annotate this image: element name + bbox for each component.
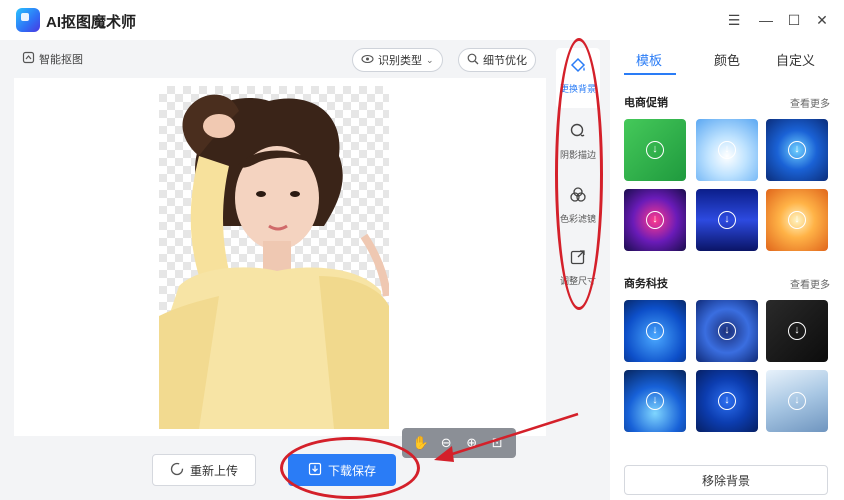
canvas-toolbar: 智能抠图 识别类型 ⌄ 细节优化: [14, 40, 546, 78]
close-icon[interactable]: ✕: [812, 10, 832, 30]
annotation-arrow: [434, 412, 579, 462]
template-thumb[interactable]: ↓: [624, 189, 686, 251]
app-logo: [16, 8, 40, 32]
title-bar: AI抠图魔术师 ☰ — ☐ ✕: [0, 0, 844, 40]
app-window: AI抠图魔术师 ☰ — ☐ ✕ 智能抠图 识别类型 ⌄ 细节优化 ✋ ⊖ ⊕ ⊡…: [0, 0, 844, 500]
chevron-down-icon: ⌄: [426, 54, 434, 65]
download-circle-icon: ↓: [718, 392, 736, 410]
maximize-icon[interactable]: ☐: [784, 10, 804, 30]
download-circle-icon: ↓: [788, 322, 806, 340]
template-thumb[interactable]: ↓: [624, 119, 686, 181]
tab-templates[interactable]: 模板: [636, 50, 662, 69]
template-thumb[interactable]: ↓: [624, 300, 686, 362]
app-title: AI抠图魔术师: [46, 14, 137, 31]
download-circle-icon: ↓: [646, 322, 664, 340]
template-thumb[interactable]: ↓: [624, 370, 686, 432]
template-thumb[interactable]: ↓: [766, 119, 828, 181]
reupload-button[interactable]: 重新上传: [152, 454, 256, 486]
reupload-label: 重新上传: [189, 463, 238, 478]
detect-type-dropdown[interactable]: 识别类型 ⌄: [352, 48, 443, 72]
download-circle-icon: ↓: [718, 141, 736, 159]
detect-type-label: 识别类型: [378, 55, 422, 67]
refine-label: 细节优化: [483, 55, 527, 67]
refresh-icon: [170, 462, 184, 479]
download-circle-icon: ↓: [788, 392, 806, 410]
annotation-ring-download: [280, 437, 420, 499]
tab-colors[interactable]: 颜色: [714, 50, 740, 69]
smart-cutout-label: 智能抠图: [39, 54, 83, 66]
download-circle-icon: ↓: [646, 392, 664, 410]
template-thumb[interactable]: ↓: [696, 370, 758, 432]
view-more-business-tech[interactable]: 查看更多: [790, 276, 830, 291]
home-icon: [22, 51, 35, 67]
remove-background-button[interactable]: 移除背景: [624, 465, 828, 495]
magnifier-icon: [467, 53, 479, 68]
refine-detail-button[interactable]: 细节优化: [458, 48, 536, 72]
eye-icon: [361, 54, 374, 67]
template-thumb[interactable]: ↓: [696, 119, 758, 181]
tab-underline: [624, 73, 676, 75]
download-circle-icon: ↓: [788, 211, 806, 229]
template-panel: 模板 颜色 自定义 电商促销 查看更多 ↓ ↓ ↓ ↓ ↓ ↓ 商务科技 查看更…: [610, 40, 844, 500]
download-circle-icon: ↓: [718, 322, 736, 340]
download-circle-icon: ↓: [718, 211, 736, 229]
section-title-ecommerce: 电商促销: [624, 97, 668, 109]
template-thumb[interactable]: ↓: [766, 189, 828, 251]
template-thumb[interactable]: ↓: [766, 370, 828, 432]
download-circle-icon: ↓: [788, 141, 806, 159]
template-thumb[interactable]: ↓: [696, 300, 758, 362]
hand-icon[interactable]: ✋: [412, 434, 430, 452]
template-thumb[interactable]: ↓: [766, 300, 828, 362]
minimize-icon[interactable]: —: [756, 10, 776, 30]
cutout-photo[interactable]: [159, 86, 389, 429]
tab-custom[interactable]: 自定义: [776, 50, 815, 69]
view-more-ecommerce[interactable]: 查看更多: [790, 95, 830, 110]
portrait-image: [159, 94, 389, 429]
annotation-ring-tools: [555, 38, 603, 310]
preview-area: ✋ ⊖ ⊕ ⊡: [14, 78, 546, 458]
smart-cutout-breadcrumb[interactable]: 智能抠图: [22, 51, 83, 67]
download-circle-icon: ↓: [646, 211, 664, 229]
template-thumb[interactable]: ↓: [696, 189, 758, 251]
section-title-business-tech: 商务科技: [624, 278, 668, 290]
menu-icon[interactable]: ☰: [724, 10, 744, 30]
download-circle-icon: ↓: [646, 141, 664, 159]
